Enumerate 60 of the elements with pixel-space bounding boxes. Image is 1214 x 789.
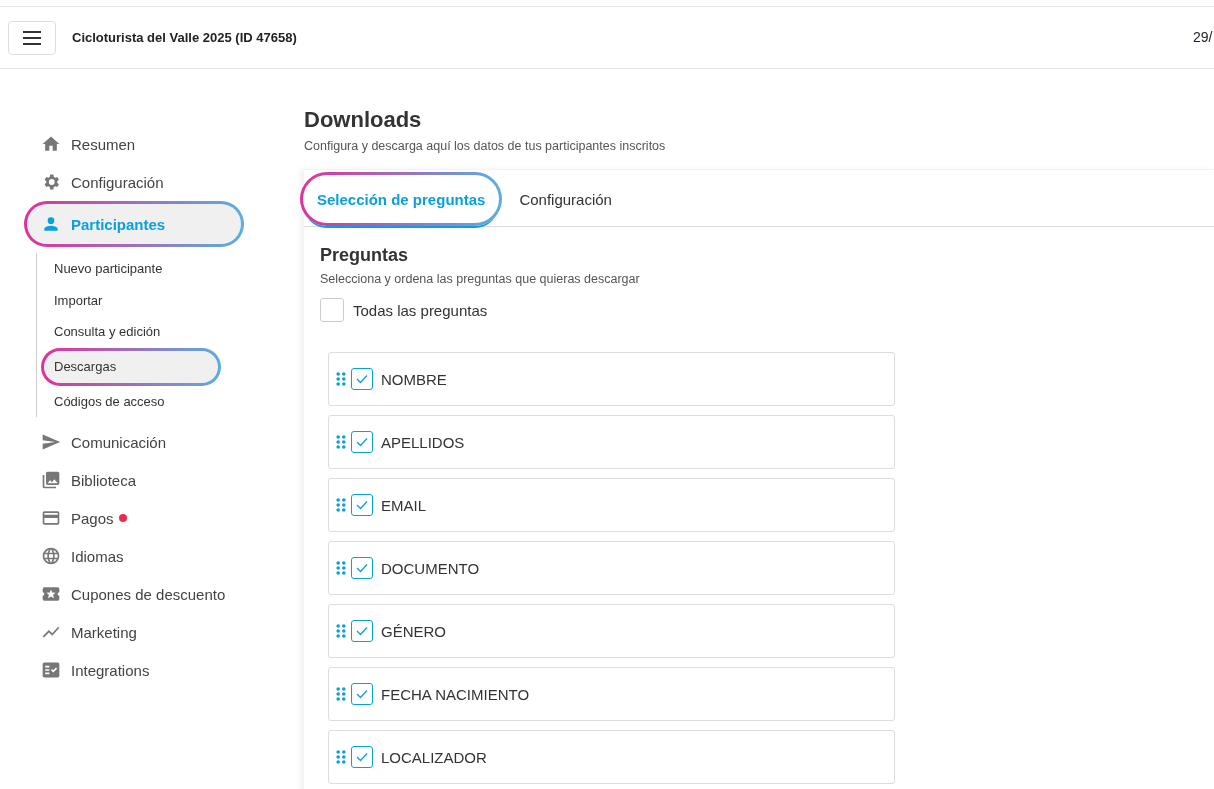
drag-handle-icon[interactable]	[336, 687, 346, 701]
ticket-icon	[41, 584, 61, 604]
question-label: LOCALIZADOR	[381, 748, 487, 766]
drag-handle-icon[interactable]	[336, 750, 346, 764]
sidebar-item[interactable]: Comunicación	[24, 423, 244, 461]
submenu-item[interactable]: Importar	[41, 284, 221, 316]
section-title: Preguntas	[320, 245, 410, 266]
question-label: NOMBRE	[381, 370, 447, 388]
event-title: Cicloturista del Valle 2025 (ID 47658)	[72, 30, 297, 45]
sidebar-item[interactable]: Integrations	[24, 651, 244, 689]
submenu-item[interactable]: Consulta y edición	[41, 316, 221, 348]
sidebar-item[interactable]: Idiomas	[24, 537, 244, 575]
question-label: GÉNERO	[381, 622, 446, 640]
menu-button[interactable]	[8, 20, 56, 55]
page-subtitle: Configura y descarga aquí los datos de tus participantes inscritos	[304, 139, 667, 153]
sidebar-item[interactable]: Configuración	[24, 163, 244, 201]
check-icon	[356, 752, 368, 762]
checkbox[interactable]	[351, 494, 373, 516]
check-icon	[356, 437, 368, 447]
check-icon	[356, 374, 368, 384]
check-icon	[356, 563, 368, 573]
checkbox[interactable]	[351, 431, 373, 453]
globe-icon	[41, 546, 61, 566]
submenu-item[interactable]: Nuevo participante	[41, 253, 221, 285]
checkbox[interactable]	[351, 620, 373, 642]
card-icon	[41, 508, 61, 528]
tab[interactable]: Configuración	[502, 170, 629, 226]
checkbox[interactable]	[320, 298, 344, 322]
house-icon	[41, 134, 61, 154]
sidebar-item[interactable]: Cupones de descuento	[24, 575, 244, 613]
submenu-item[interactable]: Códigos de acceso	[41, 385, 221, 417]
drag-handle-icon[interactable]	[336, 561, 346, 575]
checklist-icon	[41, 660, 61, 680]
check-icon	[356, 500, 368, 510]
question-label: DOCUMENTO	[381, 559, 480, 577]
sidebar-item[interactable]: Marketing	[24, 613, 244, 651]
sidebar-item[interactable]: Resumen	[24, 125, 244, 163]
page-title: Downloads	[304, 107, 423, 133]
question-label: EMAIL	[381, 496, 426, 514]
checkbox[interactable]	[351, 746, 373, 768]
section-subtitle: Selecciona y ordena las preguntas que quieras descargar	[320, 272, 641, 286]
sidebar-item[interactable]: Biblioteca	[24, 461, 244, 499]
drag-handle-icon[interactable]	[336, 624, 346, 638]
check-icon	[356, 626, 368, 636]
drag-handle-icon[interactable]	[336, 435, 346, 449]
drag-handle-icon[interactable]	[336, 498, 346, 512]
drag-handle-icon[interactable]	[336, 372, 346, 386]
checkbox[interactable]	[351, 368, 373, 390]
photos-icon	[41, 470, 61, 490]
checkbox-label: Todas las preguntas	[353, 301, 488, 319]
date-text: 29/	[1193, 29, 1213, 45]
checkbox[interactable]	[351, 683, 373, 705]
question-label: APELLIDOS	[381, 433, 465, 451]
check-icon	[356, 689, 368, 699]
menu-icon	[23, 30, 41, 45]
person-icon	[41, 214, 61, 234]
question-label: FECHA NACIMIENTO	[381, 685, 530, 703]
checkbox[interactable]	[351, 557, 373, 579]
sidebar-item[interactable]: Pagos	[24, 499, 244, 537]
send-icon	[41, 432, 61, 452]
